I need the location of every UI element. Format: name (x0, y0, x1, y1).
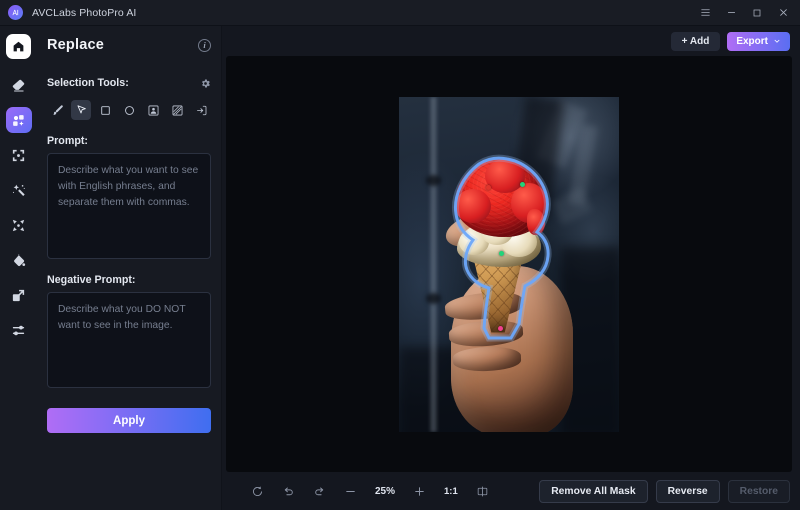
chevron-down-icon (773, 37, 781, 45)
background-pole (429, 96, 438, 432)
scoop-lobe (455, 188, 491, 223)
apply-button[interactable]: Apply (47, 408, 211, 433)
add-button-label: + Add (681, 35, 710, 47)
redo-icon[interactable] (304, 479, 335, 503)
arrow-into-box-icon[interactable] (191, 100, 211, 120)
selection-tools-group (47, 100, 211, 120)
workspace: + Add Export 25% 1:1 Remove All Mask Rev… (222, 26, 800, 510)
application-window: AVCLabs PhotoPro AI Replace i Selection … (0, 0, 800, 510)
selection-tools-row: Selection Tools: (47, 74, 211, 92)
gear-icon[interactable] (200, 78, 211, 89)
restore-button: Restore (727, 479, 790, 503)
app-body: Replace i Selection Tools: Prompt: Descr… (0, 26, 800, 510)
undo-icon[interactable] (273, 479, 304, 503)
sidebar-item-retouch[interactable] (6, 177, 32, 203)
title-bar: AVCLabs PhotoPro AI (0, 0, 800, 26)
export-button[interactable]: Export (727, 31, 790, 51)
zoom-in-button[interactable] (404, 479, 435, 503)
export-button-label: Export (736, 35, 768, 47)
home-icon[interactable] (6, 34, 31, 59)
page-title: Replace (47, 37, 105, 53)
remove-all-mask-button[interactable]: Remove All Mask (539, 479, 648, 503)
hatched-square-icon[interactable] (167, 100, 187, 120)
circle-icon[interactable] (119, 100, 139, 120)
square-icon[interactable] (95, 100, 115, 120)
negative-prompt-input[interactable] (47, 292, 211, 388)
zoom-out-button[interactable] (335, 479, 366, 503)
background-pole-knob (426, 292, 441, 304)
scoop-lobe (485, 158, 525, 193)
prompt-input[interactable] (47, 153, 211, 259)
fit-ratio-button[interactable]: 1:1 (435, 479, 467, 503)
split-compare-icon[interactable] (467, 479, 498, 503)
add-button[interactable]: + Add (670, 31, 721, 51)
sidebar-item-replace[interactable] (5, 107, 32, 133)
sidebar-item-upscale[interactable] (6, 212, 32, 238)
negative-prompt-label: Negative Prompt: (47, 274, 136, 286)
mask-actions: Remove All Mask Reverse Restore (539, 479, 790, 503)
marker-dot-green-1[interactable] (520, 181, 525, 187)
maximize-icon[interactable] (744, 1, 770, 25)
reset-icon[interactable] (242, 479, 273, 503)
photo-image[interactable] (399, 96, 619, 432)
zoom-controls: 25% 1:1 (242, 479, 498, 503)
background-pole-knob (426, 174, 441, 186)
left-panel: Replace i Selection Tools: Prompt: Descr… (37, 26, 222, 510)
sidebar-item-colorize[interactable] (6, 247, 32, 273)
reverse-button[interactable]: Reverse (655, 479, 720, 503)
bottom-toolbar: 25% 1:1 Remove All Mask Reverse Restore (222, 472, 800, 510)
app-title: AVCLabs PhotoPro AI (32, 6, 137, 19)
marker-dot-pink-1[interactable] (498, 325, 503, 331)
sidebar-item-adjust[interactable] (6, 317, 32, 343)
selection-tools-label: Selection Tools: (47, 77, 129, 89)
sidebar-item-expand[interactable] (6, 282, 32, 308)
zoom-level-label[interactable]: 25% (366, 479, 404, 503)
app-logo-icon (8, 5, 23, 20)
window-controls (692, 1, 796, 25)
panel-header: Replace i (47, 28, 211, 62)
workspace-toolbar: + Add Export (222, 26, 800, 56)
cursor-arrow-icon[interactable] (71, 100, 91, 120)
minimize-icon[interactable] (718, 1, 744, 25)
image-canvas[interactable] (226, 56, 792, 472)
person-portrait-icon[interactable] (143, 100, 163, 120)
sidebar-item-enhance[interactable] (6, 142, 32, 168)
canvas-container (222, 56, 800, 472)
hamburger-menu-icon[interactable] (692, 1, 718, 25)
close-icon[interactable] (770, 1, 796, 25)
info-icon[interactable]: i (198, 38, 211, 52)
sidebar-item-erase[interactable] (6, 72, 32, 98)
tool-rail (0, 26, 37, 510)
brush-icon[interactable] (47, 100, 67, 120)
marker-dot-green-2[interactable] (499, 250, 505, 256)
prompt-label: Prompt: (47, 135, 88, 147)
